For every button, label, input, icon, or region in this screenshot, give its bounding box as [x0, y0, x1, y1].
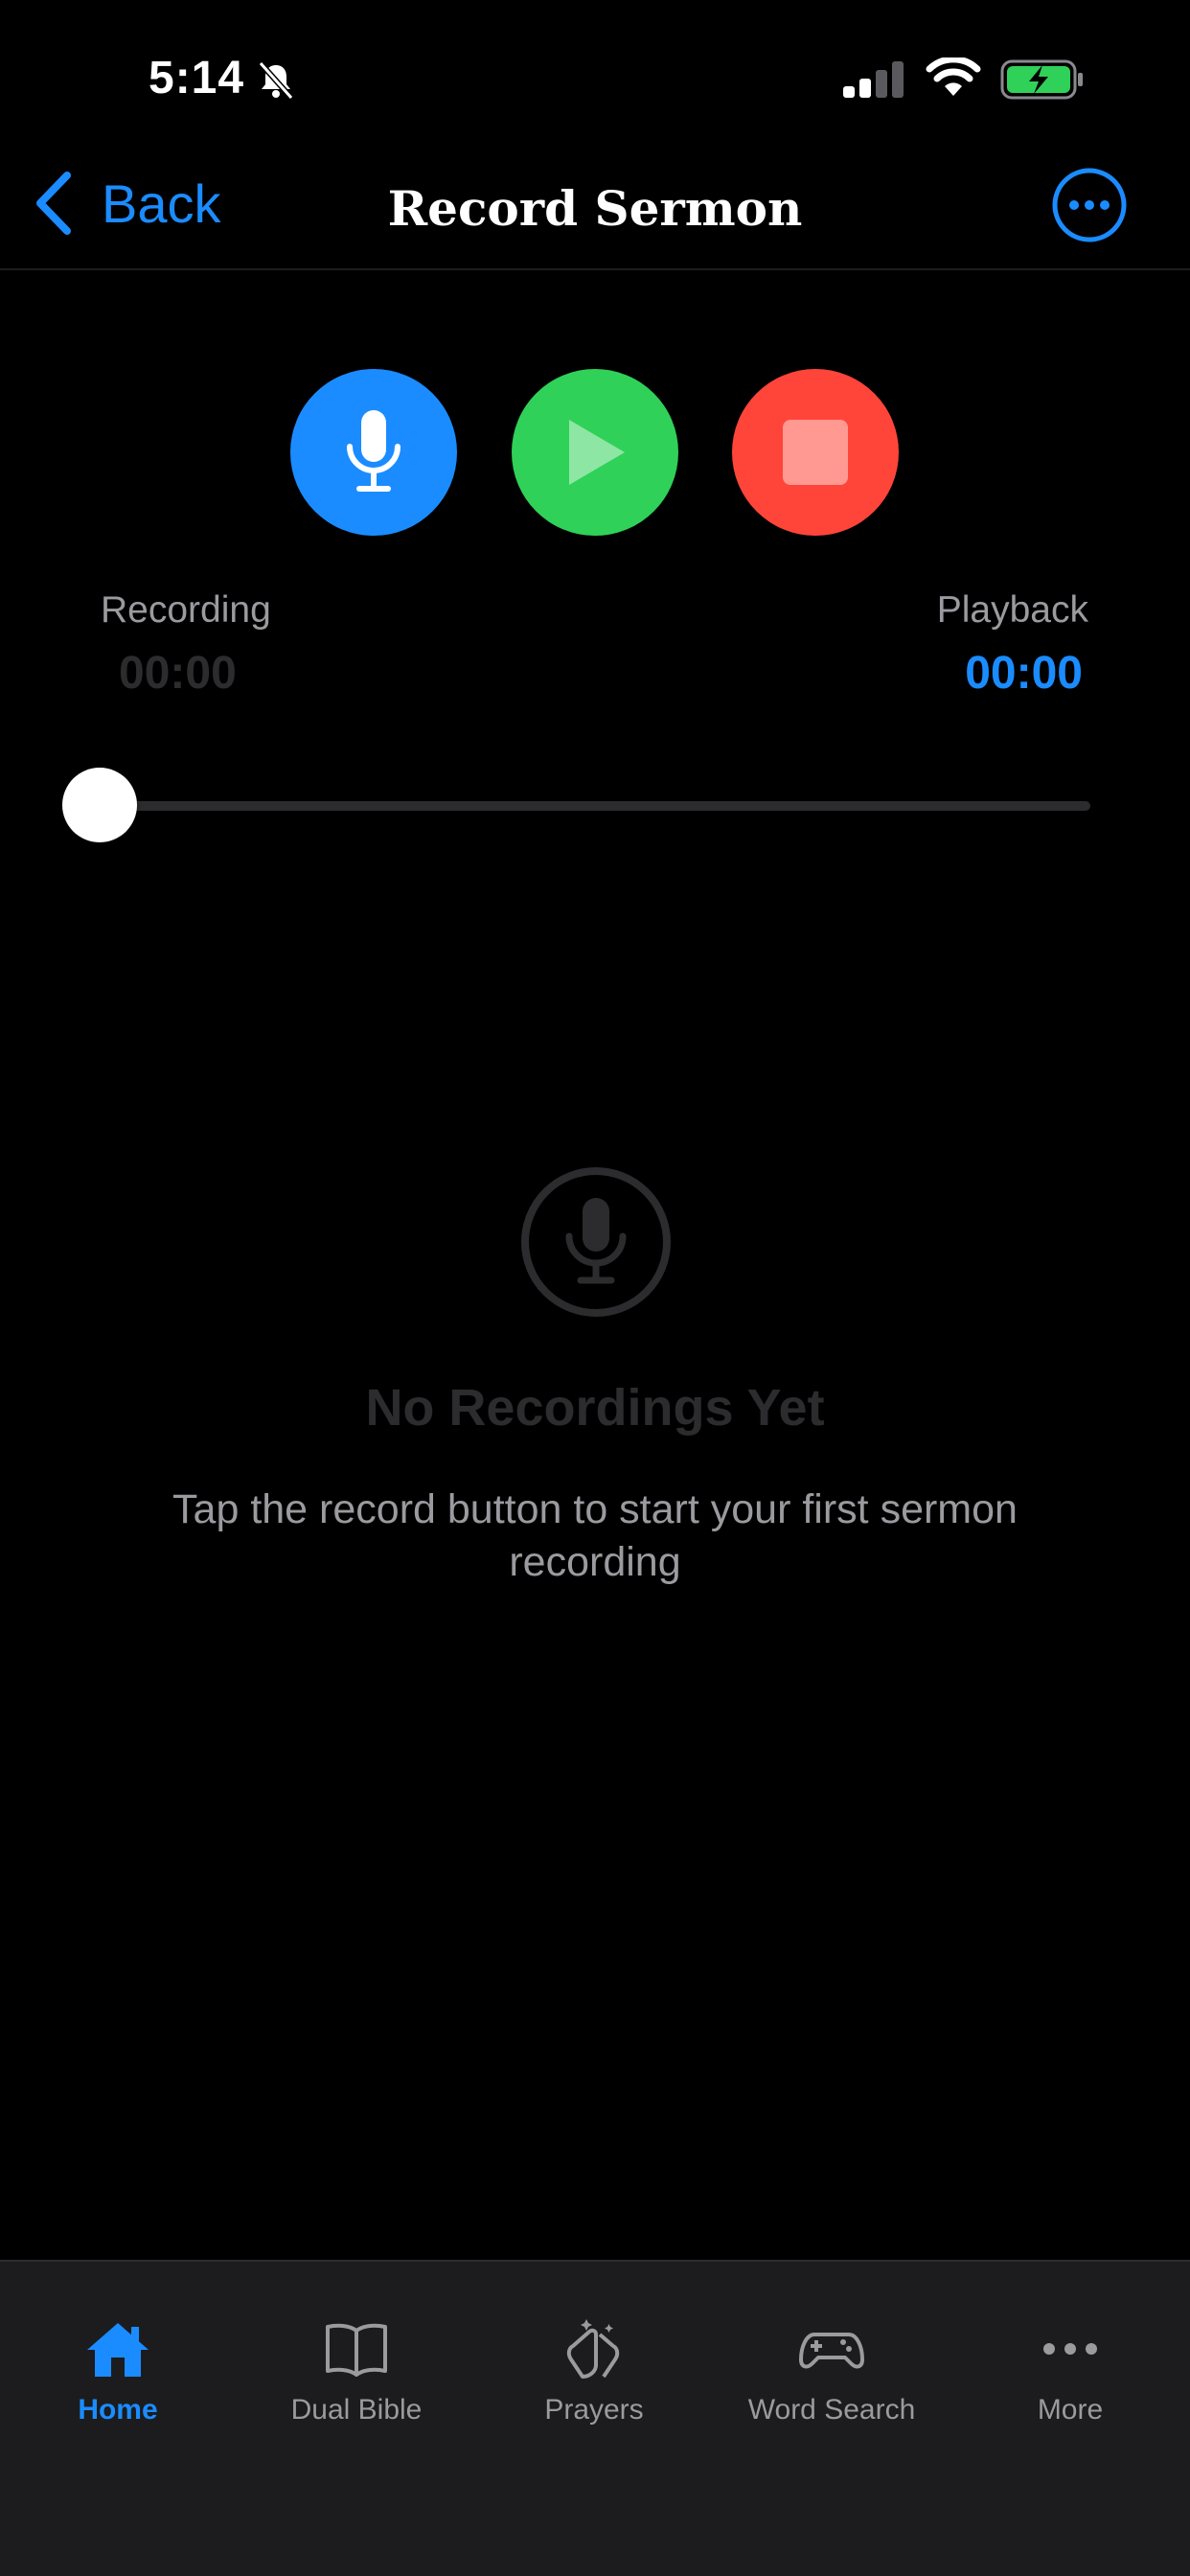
- gamepad-icon: [799, 2333, 864, 2369]
- playback-label: Playback: [936, 589, 1088, 631]
- page-title: Record Sermon: [387, 180, 803, 237]
- praying-hands-icon: [566, 2319, 620, 2379]
- microphone-empty-icon: [521, 1167, 671, 1317]
- record-button[interactable]: [290, 369, 457, 536]
- tab-label: Prayers: [544, 2394, 644, 2426]
- tab-label: Word Search: [747, 2394, 916, 2426]
- playback-time: 00:00: [965, 648, 1083, 699]
- tab-label: Home: [78, 2394, 158, 2426]
- cellular-signal-icon: [843, 61, 904, 98]
- slider-track: [100, 801, 1090, 811]
- tab-dual-bible[interactable]: Dual Bible: [251, 2317, 462, 2426]
- microphone-icon: [347, 410, 400, 492]
- playback-slider[interactable]: [62, 767, 1090, 843]
- tab-more[interactable]: More: [965, 2317, 1176, 2426]
- status-bar: 5:14: [0, 0, 1190, 144]
- tab-word-search[interactable]: Word Search: [726, 2317, 937, 2426]
- empty-state-subtitle: Tap the record button to start your firs…: [172, 1486, 1018, 1585]
- tab-home[interactable]: Home: [12, 2317, 223, 2426]
- stop-button[interactable]: [732, 369, 899, 536]
- recording-label: Recording: [101, 589, 271, 631]
- home-icon: [87, 2323, 149, 2377]
- status-time: 5:14: [149, 53, 245, 104]
- play-button[interactable]: [512, 369, 678, 536]
- screen: 5:14 Back Record Sermon Recording 00:00 …: [0, 0, 1190, 2576]
- empty-state-title: No Recordings Yet: [365, 1379, 825, 1437]
- recording-time: 00:00: [119, 648, 237, 699]
- ellipsis-icon: [1043, 2343, 1097, 2355]
- book-icon: [326, 2323, 387, 2377]
- tab-label: Dual Bible: [290, 2394, 423, 2426]
- tab-bar: Home Dual Bible Prayers Word Search More: [0, 2260, 1190, 2576]
- tab-prayers[interactable]: Prayers: [489, 2317, 699, 2426]
- more-options-button[interactable]: [1051, 167, 1128, 243]
- slider-thumb[interactable]: [62, 768, 137, 842]
- wifi-icon: [926, 58, 981, 96]
- bell-muted-icon: [258, 61, 294, 100]
- play-icon: [569, 420, 625, 485]
- recording-controls: [0, 369, 1190, 536]
- navigation-bar: Back Record Sermon: [0, 144, 1190, 270]
- tab-label: More: [1037, 2394, 1104, 2426]
- battery-charging-icon: [1000, 59, 1083, 100]
- stop-icon: [783, 420, 848, 485]
